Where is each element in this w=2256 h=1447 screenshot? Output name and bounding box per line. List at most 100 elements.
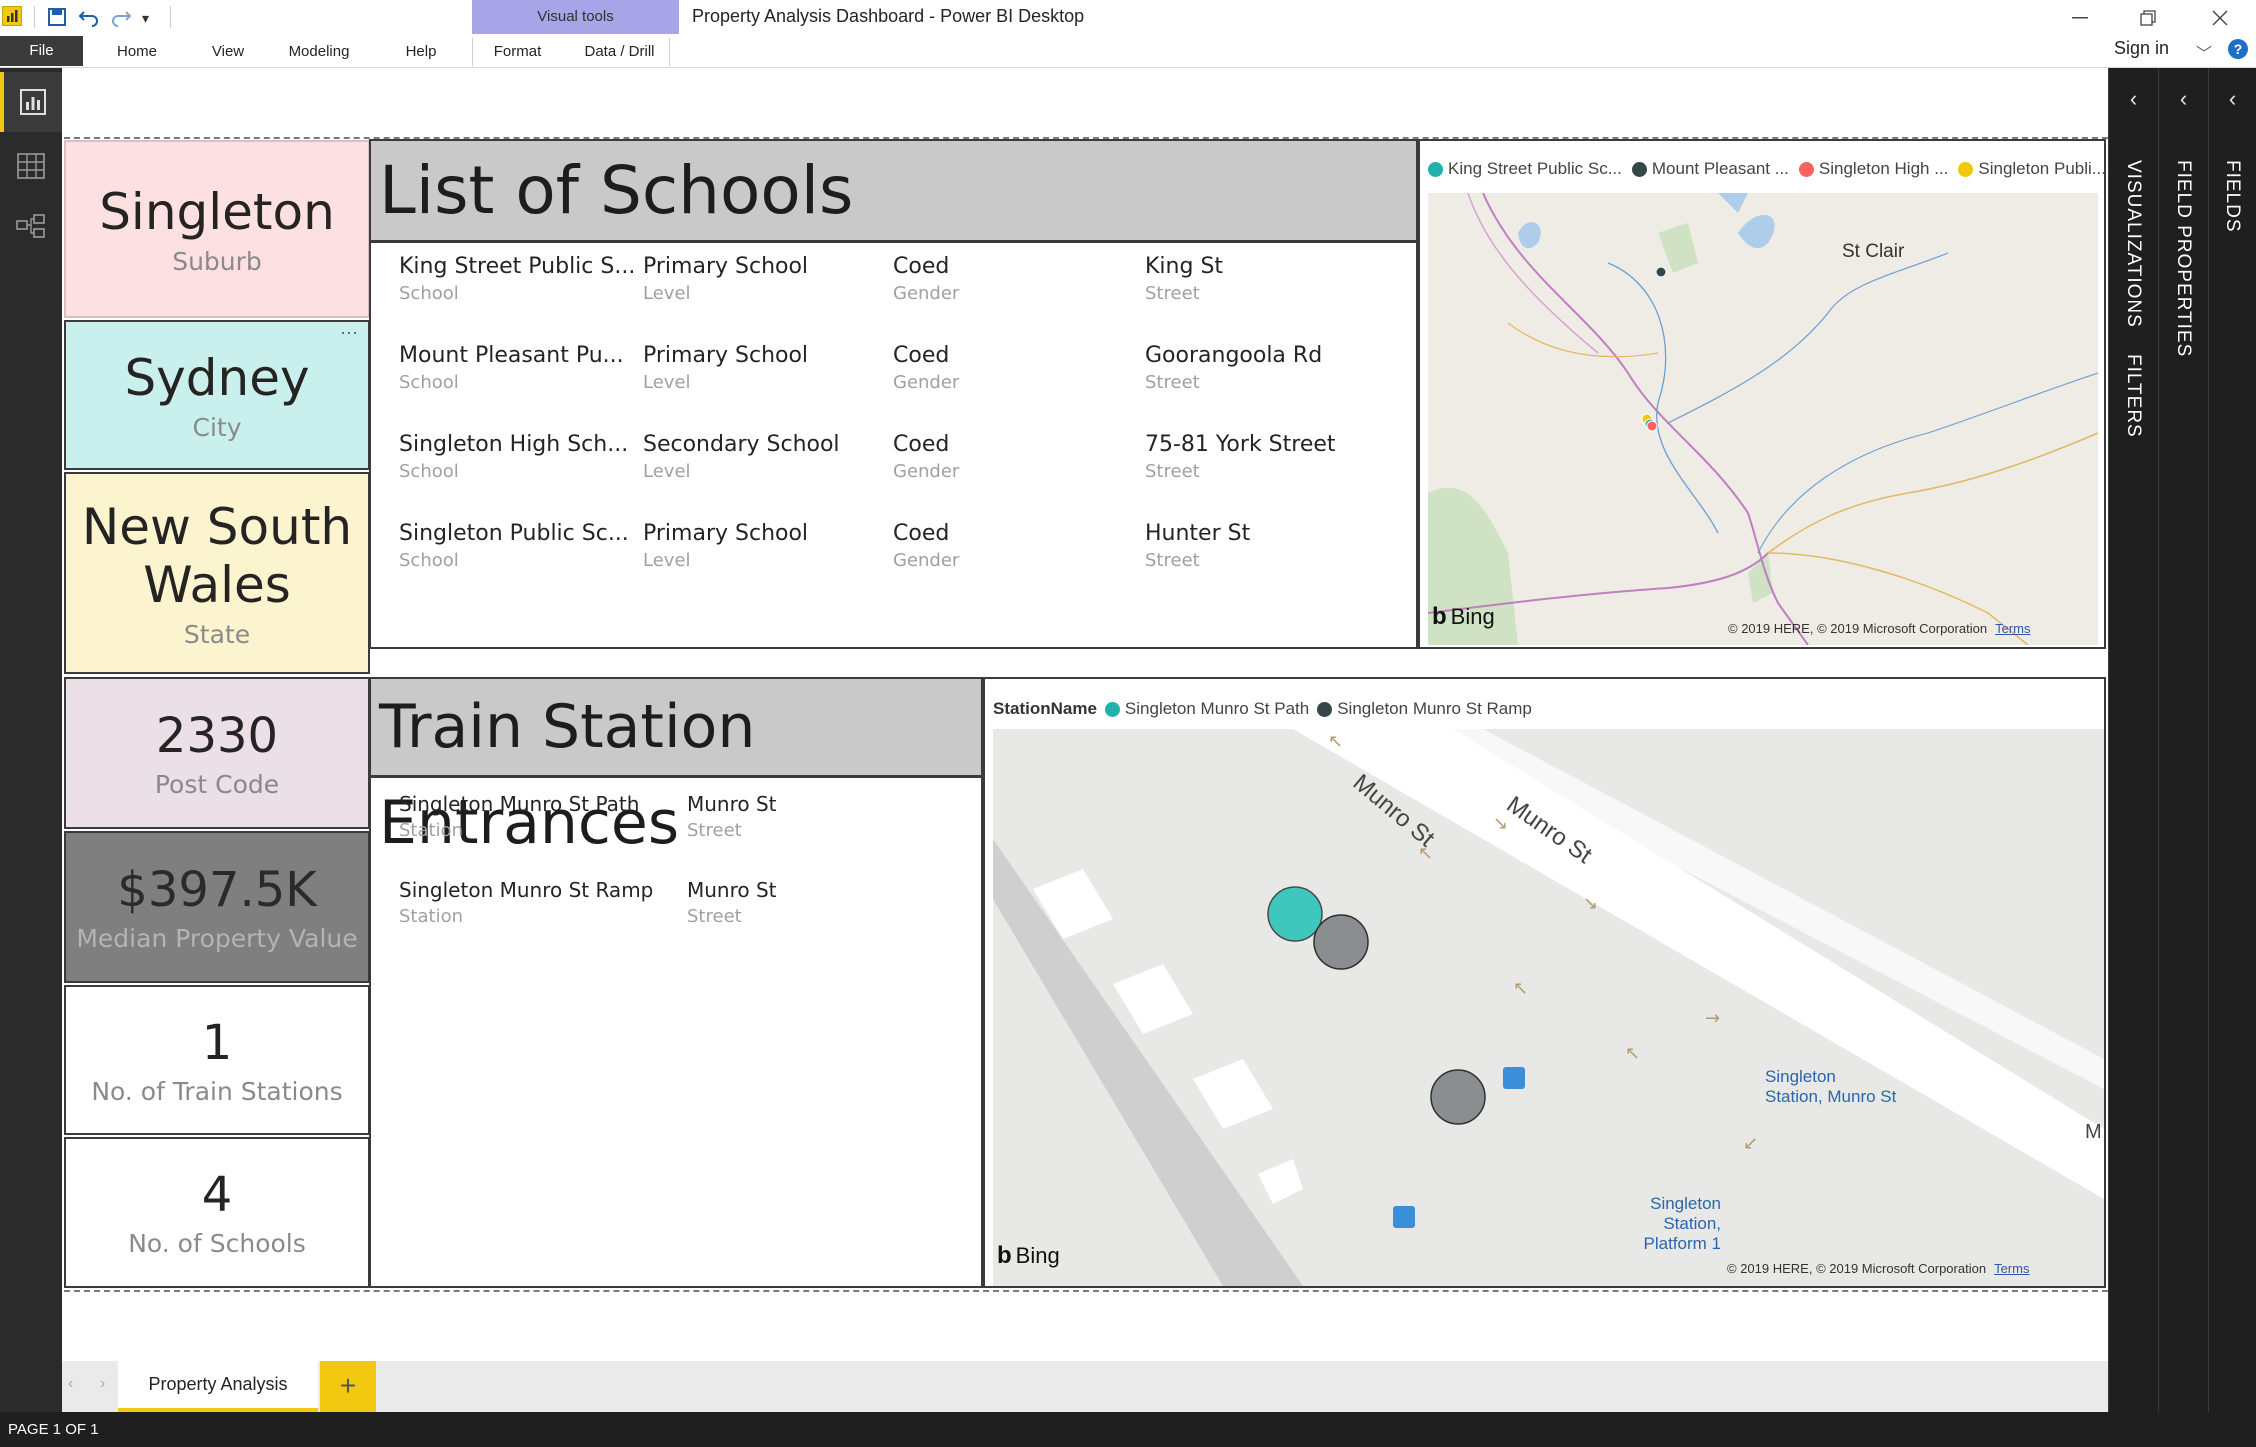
- legend-item[interactable]: Singleton Publi...: [1978, 159, 2106, 179]
- card-post-code[interactable]: 2330 Post Code: [64, 677, 370, 829]
- page-indicator: PAGE 1 OF 1: [8, 1421, 99, 1438]
- card-schools[interactable]: 4 No. of Schools: [64, 1137, 370, 1288]
- title-bar: ▾ Visual tools Property Analysis Dashboa…: [0, 0, 2256, 68]
- legend-item[interactable]: Singleton Munro St Path: [1125, 699, 1309, 719]
- cell-value: Hunter St: [1145, 521, 1251, 546]
- cell-value: Singleton Munro St Ramp: [399, 878, 654, 902]
- legend-dot: [1317, 701, 1333, 717]
- bing-icon: b: [997, 1242, 1012, 1269]
- card-value: Sydney: [124, 348, 310, 407]
- cell-field-label: School: [399, 550, 459, 571]
- restore-icon[interactable]: [2120, 2, 2176, 34]
- legend-dot: [1428, 161, 1443, 177]
- redo-icon[interactable]: [110, 6, 132, 28]
- bing-logo: b Bing: [1432, 603, 1495, 631]
- map-copyright: © 2019 HERE, © 2019 Microsoft Corporatio…: [1727, 1261, 2029, 1276]
- cell-value: Munro St: [687, 792, 777, 816]
- legend-dot: [1798, 161, 1814, 177]
- tab-data-drill[interactable]: Data / Drill: [570, 38, 670, 66]
- window-title: Property Analysis Dashboard - Power BI D…: [692, 6, 1085, 26]
- customize-toolbar-icon[interactable]: ▾: [142, 10, 149, 27]
- cell-value: King St: [1145, 254, 1224, 279]
- table-cell: Singleton Munro St Path Station: [399, 792, 639, 841]
- report-view-icon[interactable]: [0, 72, 62, 132]
- close-icon[interactable]: [2192, 2, 2248, 34]
- cell-field-label: Gender: [893, 550, 960, 571]
- card-suburb[interactable]: Singleton Suburb: [64, 140, 370, 318]
- card-city[interactable]: ··· Sydney City: [64, 320, 370, 470]
- data-view-icon[interactable]: [0, 136, 62, 196]
- card-median-property-value[interactable]: $397.5K Median Property Value: [64, 831, 370, 983]
- tab-modeling[interactable]: Modeling: [274, 38, 364, 66]
- cell-field-label: Level: [643, 283, 691, 304]
- card-label: City: [192, 412, 242, 442]
- cell-value: Primary School: [643, 521, 809, 546]
- chevron-down-icon[interactable]: ﹀: [2196, 40, 2212, 64]
- scroll-left-icon[interactable]: ‹: [68, 1375, 73, 1393]
- poi-line: Station, Munro St: [1765, 1087, 1897, 1106]
- legend-item[interactable]: Mount Pleasant ...: [1652, 159, 1789, 179]
- terms-link[interactable]: Terms: [1994, 1261, 2029, 1276]
- more-options-icon[interactable]: ···: [340, 322, 358, 343]
- legend-item[interactable]: King Street Public Sc...: [1448, 159, 1622, 179]
- svg-text:↙: ↙: [1743, 1133, 1758, 1154]
- bing-icon: b: [1432, 603, 1447, 630]
- tab-format[interactable]: Format: [472, 38, 562, 66]
- card-value: New South Wales: [81, 497, 353, 614]
- schools-map-visual[interactable]: King Street Public Sc... Mount Pleasant …: [1418, 139, 2106, 649]
- separator: [34, 6, 35, 28]
- page-tab-property-analysis[interactable]: Property Analysis: [118, 1361, 318, 1412]
- field-properties-pane[interactable]: ‹ FIELD PROPERTIES: [2158, 68, 2208, 1412]
- legend-item[interactable]: Singleton High ...: [1819, 159, 1948, 179]
- file-menu[interactable]: File: [0, 36, 83, 66]
- canvas-bottom-border: [64, 1290, 2108, 1292]
- map-copyright: © 2019 HERE, © 2019 Microsoft Corporatio…: [1728, 621, 2030, 636]
- stations-map-visual[interactable]: StationName Singleton Munro St Path Sing…: [983, 677, 2106, 1288]
- cell-field-label: School: [399, 283, 459, 304]
- tab-home[interactable]: Home: [100, 38, 174, 66]
- scroll-right-icon[interactable]: ›: [100, 1375, 105, 1393]
- cell-field-label: Station: [399, 820, 463, 841]
- poi-line: Platform 1: [1643, 1234, 1721, 1253]
- card-train-stations[interactable]: 1 No. of Train Stations: [64, 985, 370, 1135]
- tab-help[interactable]: Help: [384, 38, 458, 66]
- fields-pane-label[interactable]: FIELDS: [2221, 160, 2243, 233]
- cell-field-label: Station: [399, 906, 463, 927]
- stations-table-visual[interactable]: Train Station Entrances Singleton Munro …: [369, 677, 983, 1288]
- terms-link[interactable]: Terms: [1995, 621, 2030, 636]
- cell-value: Coed: [893, 343, 950, 368]
- minimize-icon[interactable]: [2052, 2, 2108, 34]
- bus-icon: [1503, 1067, 1525, 1089]
- copyright-text: © 2019 HERE, © 2019 Microsoft Corporatio…: [1727, 1261, 1987, 1276]
- card-value: Singleton: [99, 182, 335, 241]
- visualizations-pane-label[interactable]: VISUALIZATIONS: [2122, 160, 2144, 328]
- chevron-left-icon[interactable]: ‹: [2209, 86, 2256, 112]
- sign-in-link[interactable]: Sign in: [2114, 38, 2169, 59]
- chevron-left-icon[interactable]: ‹: [2109, 86, 2158, 112]
- field-properties-pane-label[interactable]: FIELD PROPERTIES: [2172, 160, 2194, 357]
- cell-value: Coed: [893, 254, 950, 279]
- visualizations-filters-pane[interactable]: ‹ VISUALIZATIONS FILTERS: [2108, 68, 2158, 1412]
- add-page-button[interactable]: +: [320, 1361, 376, 1412]
- legend-item[interactable]: Singleton Munro St Ramp: [1337, 699, 1532, 719]
- map-place-label: St Clair: [1842, 241, 1905, 262]
- school-map-canvas[interactable]: [1428, 193, 2098, 645]
- schools-table-visual[interactable]: List of Schools King Street Public S... S…: [369, 139, 1418, 649]
- help-icon[interactable]: ?: [2228, 39, 2248, 59]
- undo-icon[interactable]: [78, 6, 100, 28]
- poi-label: Singleton Station, Munro St: [1765, 1067, 1896, 1107]
- card-label: State: [183, 619, 251, 649]
- filters-pane-label[interactable]: FILTERS: [2122, 354, 2144, 438]
- card-value: 1: [201, 1014, 233, 1071]
- table-cell: Singleton Munro St Ramp Station: [399, 878, 653, 927]
- cell-field-label: Street: [1145, 372, 1200, 393]
- cell-value: Singleton Public Sc...: [399, 521, 629, 546]
- card-state[interactable]: New South Wales State: [64, 472, 370, 674]
- chevron-left-icon[interactable]: ‹: [2159, 86, 2208, 112]
- table-cell: Hunter St Street: [1145, 521, 1250, 571]
- map-legend: King Street Public Sc... Mount Pleasant …: [1428, 159, 2106, 179]
- save-icon[interactable]: [46, 6, 68, 28]
- fields-pane[interactable]: ‹ FIELDS: [2208, 68, 2256, 1412]
- model-view-icon[interactable]: [0, 196, 62, 256]
- tab-view[interactable]: View: [196, 38, 260, 66]
